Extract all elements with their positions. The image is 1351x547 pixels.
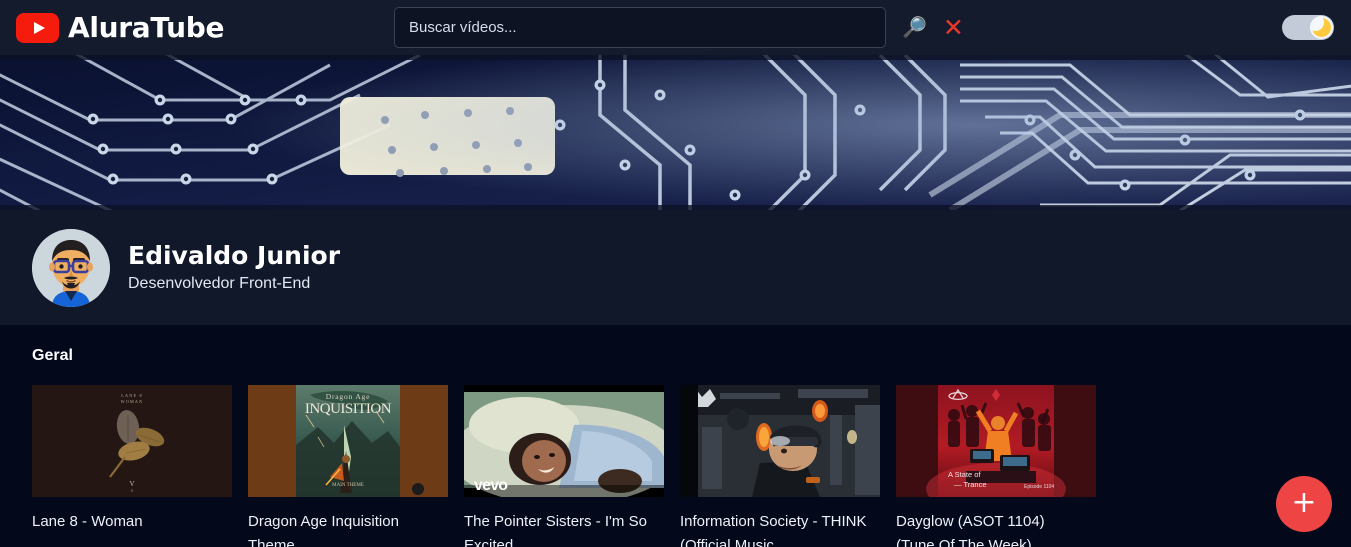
video-card[interactable]: LANE 8 WOMAN V A Lane 8 - Woman (32, 385, 232, 547)
svg-text:MAIN THEME: MAIN THEME (332, 483, 364, 488)
add-video-button[interactable]: + (1276, 476, 1332, 532)
video-thumbnail[interactable]: LANE 8 WOMAN V A (32, 385, 232, 497)
search-icon[interactable]: 🔎 (902, 18, 927, 38)
svg-text:V: V (129, 480, 134, 488)
user-avatar-memoji (32, 228, 110, 307)
svg-text:WOMAN: WOMAN (121, 399, 144, 404)
video-title: Information Society - THINK (Official Mu… (680, 513, 867, 547)
svg-text:A: A (131, 488, 134, 493)
svg-text:— Trance: — Trance (954, 480, 987, 489)
brand-logo[interactable]: AluraTube (16, 11, 225, 44)
video-row: LANE 8 WOMAN V A Lane 8 - Woman Dragon A… (32, 385, 1351, 547)
dragon-age-inquisition-cover: Dragon Age INQUISITION MAIN THEME (248, 385, 448, 497)
toggle-knob (1310, 16, 1333, 39)
profile-name: Edivaldo Junior (128, 241, 341, 271)
svg-text:INQUISITION: INQUISITION (305, 401, 392, 417)
video-card[interactable]: A State of — Trance Episode 1104 Dayglow… (896, 385, 1096, 547)
video-title: Lane 8 - Woman (32, 513, 143, 530)
profile-banner (0, 55, 1351, 210)
video-title: The Pointer Sisters - I'm So Excited (464, 513, 647, 547)
video-card[interactable]: Information Society - THINK (Official Mu… (680, 385, 880, 547)
video-thumbnail[interactable]: vevo (464, 385, 664, 497)
plus-icon: + (1291, 484, 1317, 520)
avatar[interactable] (32, 228, 110, 307)
category-title: Geral (32, 347, 73, 364)
video-content: Geral LANE 8 WOMAN V A Lane 8 - Woman Dr… (0, 325, 1351, 547)
youtube-play-icon (16, 12, 59, 43)
svg-text:A State of: A State of (948, 470, 981, 479)
video-thumbnail[interactable] (680, 385, 880, 497)
video-card[interactable]: Dragon Age INQUISITION MAIN THEME Dragon… (248, 385, 448, 547)
information-society-think-still (680, 385, 880, 497)
video-title: Dragon Age Inquisition Theme (248, 513, 399, 547)
video-card[interactable]: vevo The Pointer Sisters - I'm So Excite… (464, 385, 664, 547)
profile-section: Edivaldo Junior Desenvolvedor Front-End (0, 210, 1351, 325)
video-title: Dayglow (ASOT 1104) (Tune Of The Week) (896, 513, 1045, 547)
theme-toggle[interactable] (1282, 15, 1334, 40)
profile-role: Desenvolvedor Front-End (128, 274, 311, 292)
svg-text:Dragon Age: Dragon Age (326, 392, 370, 401)
video-thumbnail[interactable]: A State of — Trance Episode 1104 (896, 385, 1096, 497)
a-state-of-trance-1104-cover: A State of — Trance Episode 1104 (896, 385, 1096, 497)
vevo-music-video-still: vevo (464, 385, 664, 497)
app-header: AluraTube 🔎 ✕ (0, 0, 1351, 55)
video-thumbnail[interactable]: Dragon Age INQUISITION MAIN THEME (248, 385, 448, 497)
search-input[interactable] (394, 7, 886, 48)
search-area: 🔎 ✕ (394, 7, 964, 48)
circuit-board-photo (0, 55, 1351, 210)
svg-text:Episode 1104: Episode 1104 (1024, 484, 1054, 490)
close-icon[interactable]: ✕ (943, 15, 964, 40)
profile-text: Edivaldo Junior Desenvolvedor Front-End (128, 241, 341, 293)
svg-text:vevo: vevo (474, 477, 508, 494)
moon-icon (1310, 16, 1331, 37)
brand-name: AluraTube (68, 11, 225, 44)
svg-text:LANE 8: LANE 8 (121, 393, 143, 398)
lane8-woman-leaf-artwork: LANE 8 WOMAN V A (32, 385, 232, 497)
